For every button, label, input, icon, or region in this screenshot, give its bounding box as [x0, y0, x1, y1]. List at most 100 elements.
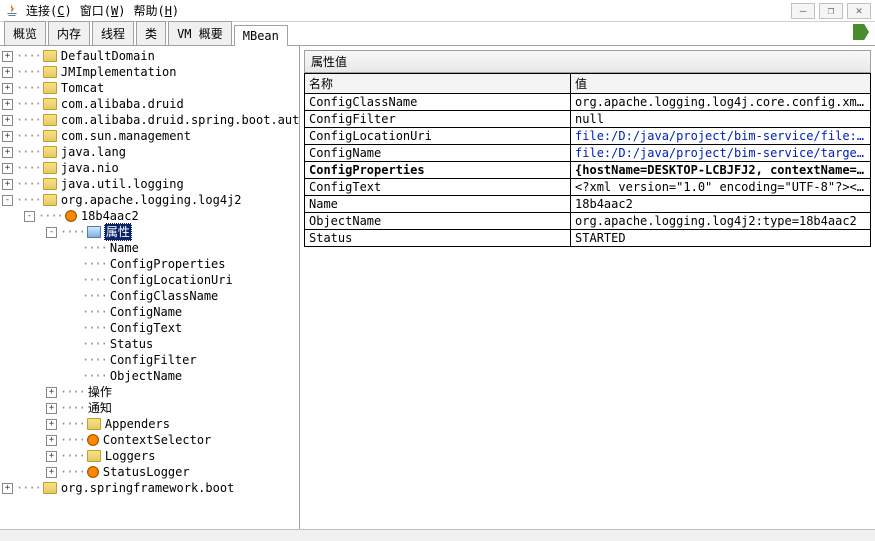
tab-mbean[interactable]: MBean [234, 25, 288, 46]
tree-node[interactable]: +····com.alibaba.druid.spring.boot.autoc… [2, 112, 297, 128]
table-row[interactable]: Name18b4aac2 [305, 196, 871, 213]
tab-memory[interactable]: 内存 [48, 21, 90, 45]
table-row[interactable]: StatusSTARTED [305, 230, 871, 247]
minimize-button[interactable]: — [791, 3, 815, 19]
tree-leaf[interactable]: ····ConfigLocationUri [2, 272, 297, 288]
attr-value: file:/D:/java/project/bim-service/target… [571, 145, 871, 162]
tree-node[interactable]: +····Appenders [2, 416, 297, 432]
menu-window[interactable]: 窗口(W) [80, 2, 126, 19]
folder-icon [43, 98, 57, 110]
expand-icon[interactable]: + [2, 83, 13, 94]
tab-vm[interactable]: VM 概要 [168, 21, 232, 45]
attr-value: {hostName=DESKTOP-LCBJFJ2, contextName=.… [571, 162, 871, 179]
java-icon [4, 3, 20, 19]
folder-icon [43, 130, 57, 142]
tree-node[interactable]: +····java.nio [2, 160, 297, 176]
expand-icon[interactable]: + [46, 403, 57, 414]
attr-name: ConfigText [305, 179, 571, 196]
tree-node[interactable]: -····org.apache.logging.log4j2 [2, 192, 297, 208]
attributes-panel-header: 属性值 [304, 50, 871, 73]
tree-leaf[interactable]: ····ConfigText [2, 320, 297, 336]
expand-icon[interactable]: + [2, 51, 13, 62]
tree-leaf[interactable]: ····ConfigName [2, 304, 297, 320]
tree-node[interactable]: +····com.alibaba.druid [2, 96, 297, 112]
collapse-icon[interactable]: - [24, 211, 35, 222]
folder-icon [43, 194, 57, 206]
expand-icon[interactable]: + [2, 163, 13, 174]
tree-node[interactable]: +····org.springframework.boot [2, 480, 297, 496]
tree-leaf[interactable]: ····Name [2, 240, 297, 256]
attributes-icon [87, 226, 101, 238]
expand-icon[interactable]: + [2, 99, 13, 110]
folder-icon [43, 482, 57, 494]
folder-icon [87, 418, 101, 430]
table-row[interactable]: ConfigLocationUrifile:/D:/java/project/b… [305, 128, 871, 145]
expand-icon[interactable]: + [46, 435, 57, 446]
maximize-button[interactable]: ❐ [819, 3, 843, 19]
mbean-tree[interactable]: +····DefaultDomain +····JMImplementation… [0, 46, 300, 529]
table-row[interactable]: ConfigProperties{hostName=DESKTOP-LCBJFJ… [305, 162, 871, 179]
col-value[interactable]: 值 [571, 74, 871, 94]
expand-icon[interactable]: + [46, 451, 57, 462]
expand-icon[interactable]: + [46, 387, 57, 398]
bean-icon [87, 466, 99, 478]
menu-connect[interactable]: 连接(C) [26, 2, 72, 19]
tab-classes[interactable]: 类 [136, 21, 166, 45]
bean-icon [65, 210, 77, 222]
tree-node[interactable]: +····java.util.logging [2, 176, 297, 192]
tree-leaf[interactable]: ····ConfigFilter [2, 352, 297, 368]
col-name[interactable]: 名称 [305, 74, 571, 94]
collapse-icon[interactable]: - [2, 195, 13, 206]
attr-value: org.apache.logging.log4j.core.config.xml… [571, 94, 871, 111]
tree-node[interactable]: +····通知 [2, 400, 297, 416]
folder-icon [43, 146, 57, 158]
tree-node[interactable]: +····StatusLogger [2, 464, 297, 480]
attr-name: ConfigLocationUri [305, 128, 571, 145]
tree-node[interactable]: +····Loggers [2, 448, 297, 464]
table-row[interactable]: ObjectNameorg.apache.logging.log4j2:type… [305, 213, 871, 230]
tab-threads[interactable]: 线程 [92, 21, 134, 45]
tree-node[interactable]: +····Tomcat [2, 80, 297, 96]
collapse-icon[interactable]: - [46, 227, 57, 238]
folder-icon [87, 450, 101, 462]
tree-node[interactable]: +····ContextSelector [2, 432, 297, 448]
expand-icon[interactable]: + [2, 131, 13, 142]
tree-node-selected[interactable]: -····属性 [2, 224, 297, 240]
tab-overview[interactable]: 概览 [4, 21, 46, 45]
folder-icon [43, 82, 57, 94]
tree-leaf[interactable]: ····ConfigClassName [2, 288, 297, 304]
tree-node[interactable]: +····java.lang [2, 144, 297, 160]
tree-leaf[interactable]: ····ObjectName [2, 368, 297, 384]
connect-arrow-icon[interactable] [853, 24, 869, 40]
expand-icon[interactable]: + [46, 467, 57, 478]
expand-icon[interactable]: + [2, 179, 13, 190]
expand-icon[interactable]: + [2, 67, 13, 78]
tree-node[interactable]: +····JMImplementation [2, 64, 297, 80]
attr-name: ConfigProperties [305, 162, 571, 179]
attr-name: ConfigFilter [305, 111, 571, 128]
tree-node[interactable]: +····DefaultDomain [2, 48, 297, 64]
expand-icon[interactable]: + [2, 115, 13, 126]
expand-icon[interactable]: + [46, 419, 57, 430]
tree-leaf[interactable]: ····ConfigProperties [2, 256, 297, 272]
tree-leaf[interactable]: ····Status [2, 336, 297, 352]
attr-name: Status [305, 230, 571, 247]
attr-value: org.apache.logging.log4j2:type=18b4aac2 [571, 213, 871, 230]
attr-name: ObjectName [305, 213, 571, 230]
table-row[interactable]: ConfigText<?xml version="1.0" encoding="… [305, 179, 871, 196]
table-row[interactable]: ConfigFilternull [305, 111, 871, 128]
bean-icon [87, 434, 99, 446]
table-row[interactable]: ConfigClassNameorg.apache.logging.log4j.… [305, 94, 871, 111]
tree-node[interactable]: +····操作 [2, 384, 297, 400]
attr-value: 18b4aac2 [571, 196, 871, 213]
statusbar [0, 529, 875, 541]
tree-node[interactable]: -····18b4aac2 [2, 208, 297, 224]
expand-icon[interactable]: + [2, 483, 13, 494]
tree-node[interactable]: +····com.sun.management [2, 128, 297, 144]
table-row[interactable]: ConfigNamefile:/D:/java/project/bim-serv… [305, 145, 871, 162]
close-button[interactable]: ✕ [847, 3, 871, 19]
attr-value: null [571, 111, 871, 128]
attr-name: ConfigClassName [305, 94, 571, 111]
expand-icon[interactable]: + [2, 147, 13, 158]
menu-help[interactable]: 帮助(H) [133, 2, 179, 19]
